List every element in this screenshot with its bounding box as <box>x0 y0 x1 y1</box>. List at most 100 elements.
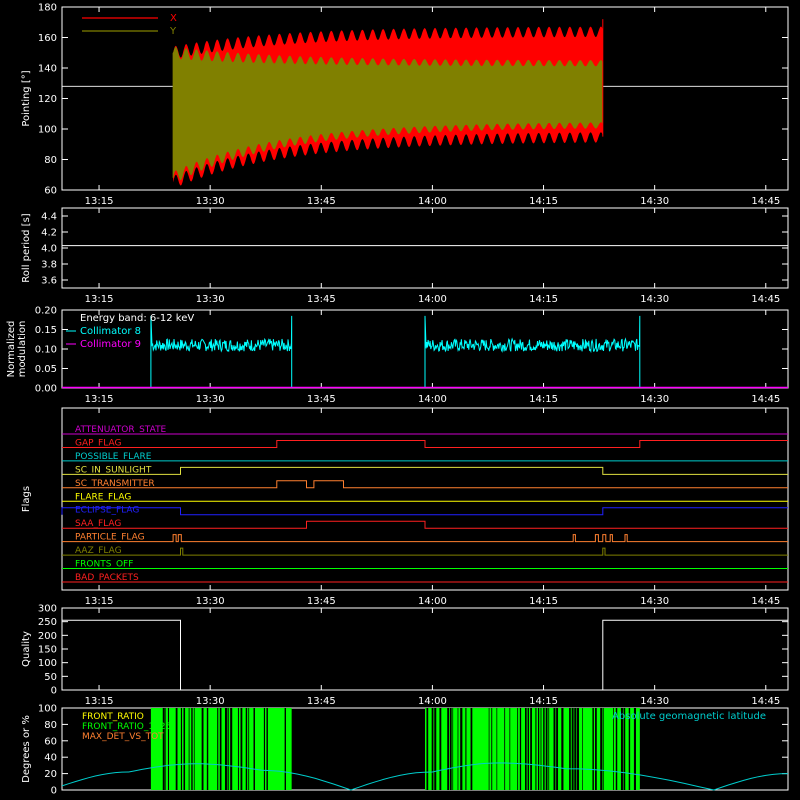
roll-xtick-label: 13:30 <box>196 294 225 305</box>
ratios-front-ratio-1225-gap <box>452 708 454 790</box>
pointing-ytick-label: 80 <box>44 155 57 166</box>
ratios-front-ratio-1225-gap <box>224 708 227 790</box>
flags-xtick-label: 13:45 <box>307 596 336 607</box>
modulation-legend-label: Collimator 8 <box>80 326 141 337</box>
ratios-front-ratio-1225-gap <box>491 708 493 790</box>
flag-label-gap-flag: GAP_FLAG <box>75 438 121 448</box>
pointing-xtick-label: 14:30 <box>640 196 669 207</box>
ratios-front-ratio-1225-gap <box>284 708 286 790</box>
ratios-front-ratio-1225-gap <box>517 708 519 790</box>
ratios-front-ratio-1225-gap <box>266 708 268 790</box>
flags-ylabel: Flags <box>21 486 32 512</box>
ratios-front-ratio-1225-gap <box>530 708 532 790</box>
ratios-front-ratio-1225-gap <box>175 708 178 790</box>
modulation-ylabel: Normalized <box>6 321 17 378</box>
flags-xtick-label: 14:30 <box>640 596 669 607</box>
ratios-front-ratio-1225-gap <box>545 708 548 790</box>
ratios-front-ratio-1225-gap <box>439 708 442 790</box>
ratios-front-ratio-1225-gap <box>431 708 434 790</box>
ratios-legend-geomagnetic-latitude: Absolute geomagnetic latitude <box>612 711 766 722</box>
pointing-legend-label-x: X <box>170 13 177 24</box>
ratios-front-ratio-1225-gap <box>488 708 490 790</box>
pointing-ylabel: Pointing [°] <box>21 70 32 126</box>
ratios-ytick-label: 100 <box>38 704 57 715</box>
ratios-front-ratio-1225-gap <box>426 708 429 790</box>
ratios-ytick-label: 40 <box>44 753 57 764</box>
flag-label-attenuator-state: ATTENUATOR_STATE <box>75 425 167 435</box>
ratios-ytick-label: 0 <box>51 786 57 797</box>
modulation-ytick-label: 0.10 <box>35 345 57 356</box>
ratios-front-ratio-1225-gap <box>230 708 233 790</box>
ratios-front-ratio-1225-gap <box>509 708 511 790</box>
pointing-ytick-label: 160 <box>38 33 57 44</box>
quality-ytick-label: 250 <box>38 617 57 628</box>
quality-xtick-label: 13:15 <box>85 696 114 707</box>
quality-xtick-label: 13:45 <box>307 696 336 707</box>
ratios-front-ratio-1225-gap <box>180 708 183 790</box>
ratios-front-ratio-1225-gap <box>543 708 545 790</box>
modulation-energy-band-annotation: Energy band: 6-12 keV <box>80 313 194 324</box>
quality-xtick-label: 14:15 <box>529 696 558 707</box>
ratios-front-ratio-1225-gap <box>240 708 243 790</box>
ratios-front-ratio-1225-gap <box>434 708 437 790</box>
pointing-xtick-label: 14:15 <box>529 196 558 207</box>
quality-ylabel: Quality <box>21 631 32 667</box>
ratios-legend-label: FRONT_RATIO <box>82 712 144 722</box>
pointing-ytick-label: 180 <box>38 3 57 14</box>
ratios-front-ratio-1225-gap <box>602 708 604 790</box>
pointing-ytick-label: 100 <box>38 125 57 136</box>
quality-ytick-label: 150 <box>38 645 57 656</box>
ratios-front-ratio-1225-gap <box>556 708 559 790</box>
flag-label-bad-packets: BAD_PACKETS <box>75 573 139 583</box>
ratios-front-ratio-1225-gap <box>571 708 574 790</box>
ratios-front-ratio-1225-gap <box>263 708 266 790</box>
ratios-front-ratio-1225-gap <box>201 708 204 790</box>
ratios-front-ratio-1225-gap <box>574 708 577 790</box>
roll-xtick-label: 14:30 <box>640 294 669 305</box>
roll-ylabel: Roll period [s] <box>21 213 32 282</box>
flag-label-flare-flag: FLARE_FLAG <box>75 492 131 502</box>
ratios-front-ratio-1225-gap <box>519 708 522 790</box>
ratios-front-ratio-1225-gap <box>553 708 556 790</box>
pointing-xtick-label: 13:15 <box>85 196 114 207</box>
ratios-legend-label: FRONT_RATIO_1225 <box>82 722 171 732</box>
flag-label-fronts-off: FRONTS_OFF <box>75 560 133 570</box>
ratios-front-ratio-1225-block <box>425 708 640 790</box>
ratios-front-ratio-1225-gap <box>537 708 540 790</box>
pointing-ytick-label: 120 <box>38 94 57 105</box>
flags-xtick-label: 14:00 <box>418 596 447 607</box>
ratios-front-ratio-1225-gap <box>227 708 229 790</box>
ratios-front-ratio-1225-gap <box>449 708 452 790</box>
quality-xtick-label: 13:30 <box>196 696 225 707</box>
ratios-front-ratio-1225-gap <box>496 708 498 790</box>
ratios-front-ratio-1225-gap <box>592 708 594 790</box>
stix-quicklook-figure: 60 80 100 120 140 160 180 13:15 13:30 13:45 14:00 1… <box>0 0 800 800</box>
ratios-front-ratio-1225-gap <box>183 708 186 790</box>
quality-ytick-label: 0 <box>51 686 57 697</box>
modulation-legend-label: Collimator 9 <box>80 339 141 350</box>
modulation-xtick-label: 14:30 <box>640 394 669 405</box>
modulation-xtick-label: 14:45 <box>751 394 780 405</box>
roll-ytick-label: 4.2 <box>41 228 57 239</box>
ratios-front-ratio-1225-gap <box>582 708 583 790</box>
ratios-front-ratio-1225-gap <box>162 708 165 790</box>
ratios-front-ratio-1225-gap <box>447 708 450 790</box>
roll-ytick-label: 3.8 <box>41 260 57 271</box>
ratios-front-ratio-1225-gap <box>245 708 248 790</box>
ratios-front-ratio-1225-gap <box>237 708 239 790</box>
ratios-front-ratio-1225-gap <box>527 708 529 790</box>
ratios-front-ratio-1225-gap <box>561 708 564 790</box>
flag-label-particle-flag: PARTICLE_FLAG <box>75 533 145 543</box>
modulation-ytick-label: 0.20 <box>35 306 57 317</box>
modulation-xtick-label: 13:15 <box>85 394 114 405</box>
ratios-front-ratio-1225-gap <box>576 708 579 790</box>
ratios-front-ratio-1225-gap <box>525 708 527 790</box>
flag-label-possible-flare: POSSIBLE_FLARE <box>75 452 152 462</box>
ratios-legend-label: MAX_DET_VS_TOT <box>82 732 164 742</box>
ratios-front-ratio-1225-gap <box>540 708 542 790</box>
ratios-front-ratio-1225-gap <box>470 708 473 790</box>
roll-xtick-label: 13:15 <box>85 294 114 305</box>
ratios-front-ratio-1225-gap <box>167 708 170 790</box>
modulation-xtick-label: 14:00 <box>418 394 447 405</box>
flag-label-sc-in-sunlight: SC_IN_SUNLIGHT <box>75 465 152 475</box>
